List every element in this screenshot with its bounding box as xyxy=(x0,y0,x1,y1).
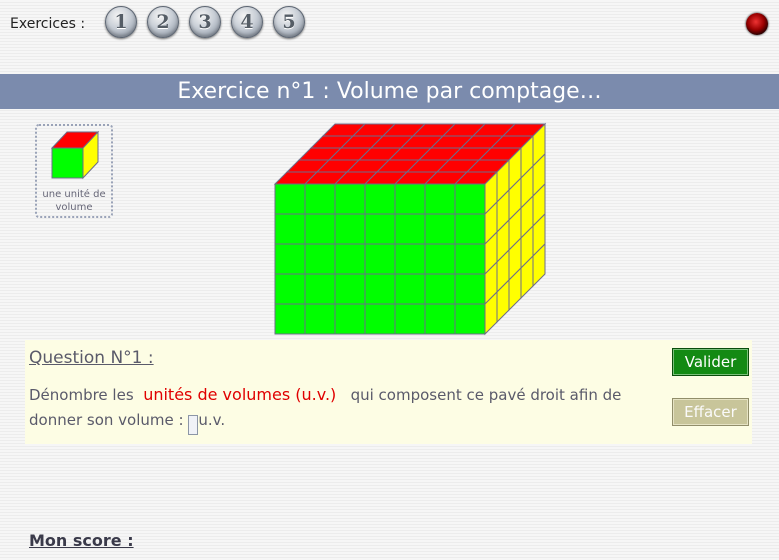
score-label: Mon score : xyxy=(29,531,134,550)
front-cell xyxy=(454,183,486,215)
answer-input[interactable] xyxy=(188,414,199,435)
question-text-before: Dénombre les xyxy=(29,386,134,404)
question-panel: Question N°1 : Dénombre les unités de vo… xyxy=(25,340,752,444)
front-cell xyxy=(334,273,366,305)
front-cell xyxy=(364,213,396,245)
validate-button[interactable]: Valider xyxy=(672,348,749,376)
front-cell xyxy=(274,303,306,335)
front-cell xyxy=(454,213,486,245)
front-cell xyxy=(304,243,336,275)
front-cell xyxy=(424,273,456,305)
question-title: Question N°1 : xyxy=(29,348,154,368)
front-cell xyxy=(334,213,366,245)
front-cell xyxy=(334,303,366,335)
front-cell xyxy=(304,273,336,305)
front-cell xyxy=(364,243,396,275)
front-cell xyxy=(364,183,396,215)
front-cell xyxy=(274,183,306,215)
front-cell xyxy=(304,213,336,245)
front-cell xyxy=(394,243,426,275)
front-cell xyxy=(424,183,456,215)
front-cell xyxy=(454,273,486,305)
front-cell xyxy=(364,303,396,335)
front-cell xyxy=(304,183,336,215)
cuboid-figure xyxy=(273,122,547,336)
unit-suffix: u.v. xyxy=(198,411,226,429)
front-cell xyxy=(274,213,306,245)
front-cell xyxy=(424,213,456,245)
front-cell xyxy=(394,273,426,305)
front-cell xyxy=(304,303,336,335)
front-cell xyxy=(424,243,456,275)
front-cell xyxy=(274,273,306,305)
front-cell xyxy=(334,183,366,215)
front-cell xyxy=(364,273,396,305)
front-cell xyxy=(334,243,366,275)
front-cell xyxy=(394,213,426,245)
front-cell xyxy=(274,243,306,275)
front-cell xyxy=(394,303,426,335)
question-text: Dénombre les unités de volumes (u.v.) qu… xyxy=(29,382,629,435)
front-cell xyxy=(394,183,426,215)
question-highlight: unités de volumes (u.v.) xyxy=(143,385,337,404)
clear-button[interactable]: Effacer xyxy=(672,398,749,426)
front-cell xyxy=(454,303,486,335)
front-cell xyxy=(424,303,456,335)
front-cell xyxy=(454,243,486,275)
